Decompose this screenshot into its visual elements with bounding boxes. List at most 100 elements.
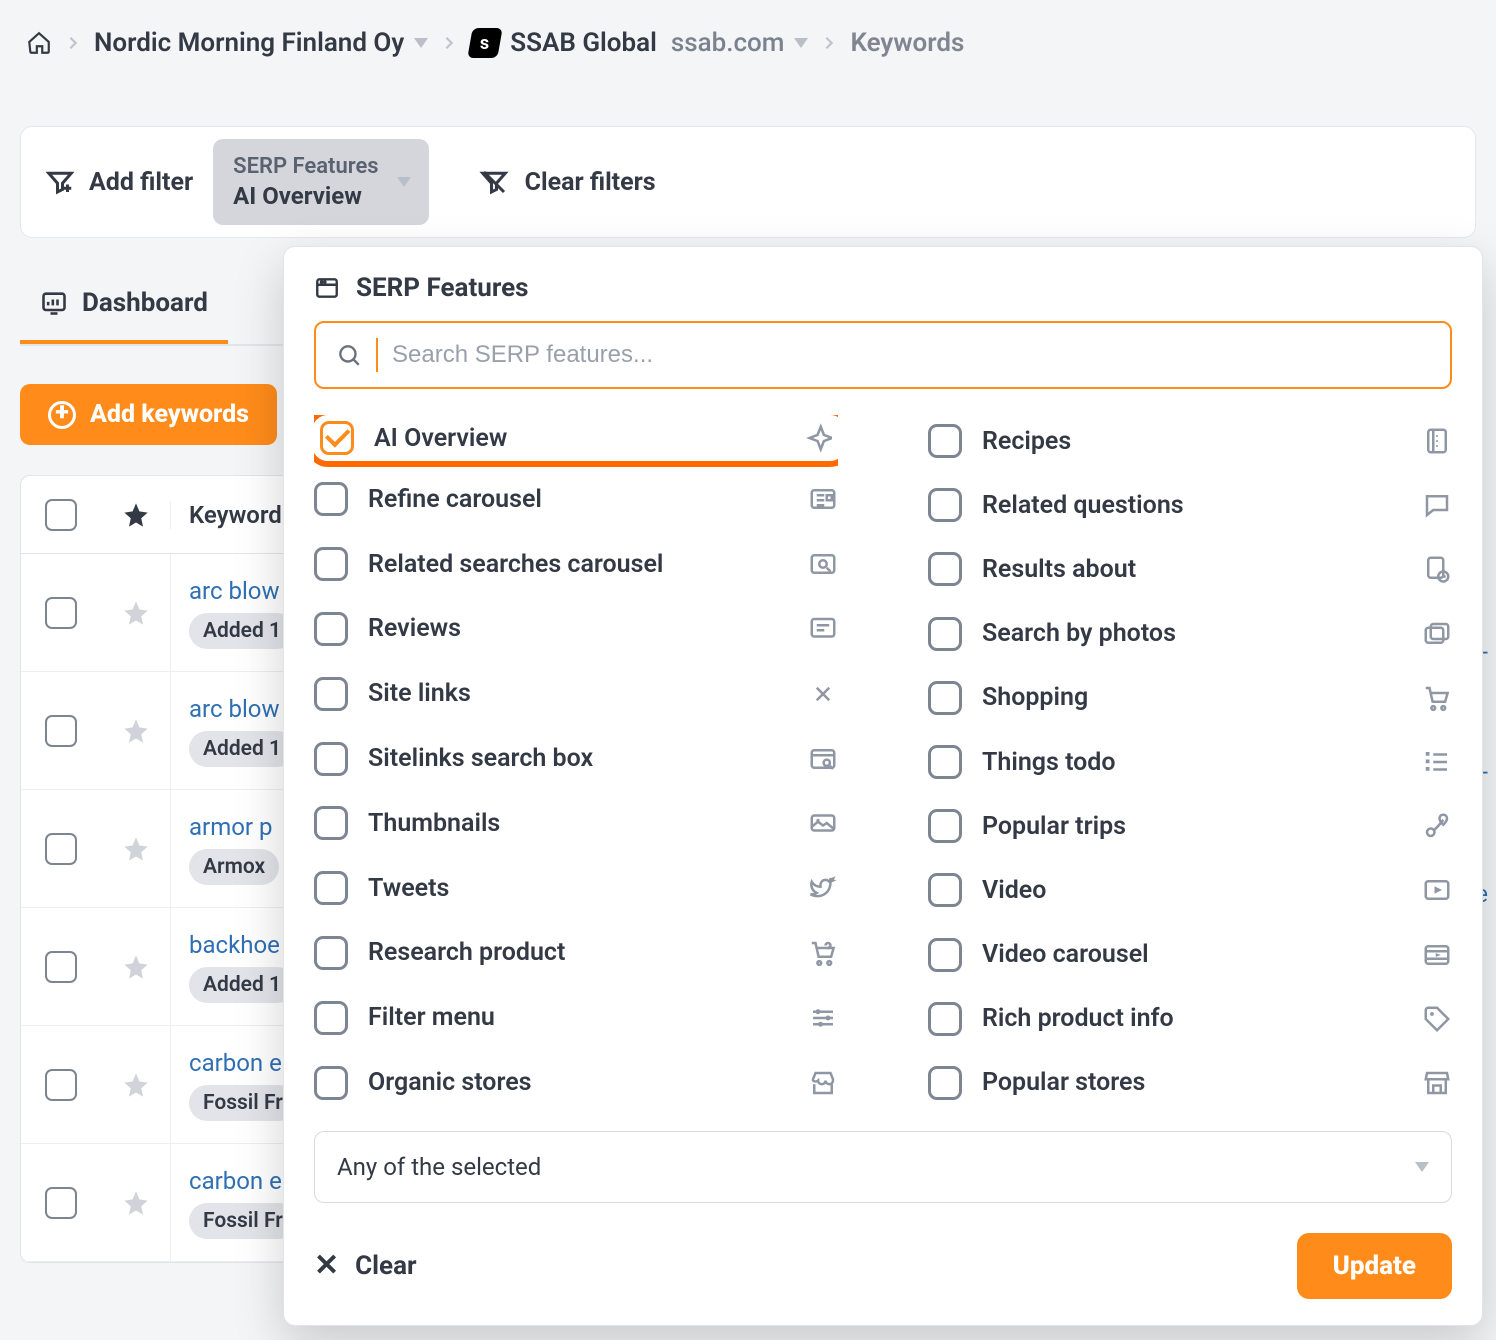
option-checkbox[interactable]: [314, 612, 348, 646]
option-checkbox[interactable]: [928, 488, 962, 522]
option-checkbox[interactable]: [314, 936, 348, 970]
option-checkbox[interactable]: [320, 421, 354, 455]
serp-search-input-wrap[interactable]: [314, 321, 1452, 389]
serp-option[interactable]: Reviews: [314, 603, 838, 656]
store-icon: [808, 1068, 838, 1098]
keyword-tag[interactable]: Added 1: [189, 613, 295, 649]
keyword-link[interactable]: arc blow: [189, 695, 280, 723]
serp-option[interactable]: Video: [928, 864, 1452, 916]
keyword-link[interactable]: arc blow: [189, 577, 280, 605]
row-checkbox[interactable]: [45, 951, 77, 983]
serp-option[interactable]: AI Overview: [314, 415, 838, 467]
clear-filters-icon: [479, 167, 509, 197]
popover-clear-button[interactable]: ✕ Clear: [314, 1251, 417, 1281]
row-star-button[interactable]: [101, 672, 171, 789]
star-icon: [122, 501, 150, 529]
star-icon: [122, 599, 150, 627]
option-checkbox[interactable]: [314, 677, 348, 711]
add-filter-label: Add filter: [89, 168, 193, 197]
option-checkbox[interactable]: [928, 617, 962, 651]
row-star-button[interactable]: [101, 1144, 171, 1261]
keyword-link[interactable]: armor p: [189, 813, 272, 841]
option-checkbox[interactable]: [314, 1001, 348, 1035]
row-checkbox[interactable]: [45, 1187, 77, 1219]
serp-option[interactable]: Recipes: [928, 415, 1452, 467]
row-star-button[interactable]: [101, 554, 171, 671]
keyword-link[interactable]: carbon e: [189, 1167, 282, 1195]
option-checkbox[interactable]: [928, 424, 962, 458]
option-checkbox[interactable]: [928, 1002, 962, 1036]
popover-update-button[interactable]: Update: [1297, 1233, 1452, 1299]
sliders-icon: [808, 1003, 838, 1033]
option-label: Related searches carousel: [368, 550, 663, 579]
match-mode-select[interactable]: Any of the selected: [314, 1131, 1452, 1203]
project-logo-icon: s: [468, 28, 503, 58]
serp-option[interactable]: Video carousel: [928, 929, 1452, 981]
serp-search-input[interactable]: [392, 341, 1430, 369]
cart-q-icon: [808, 938, 838, 968]
keyword-link[interactable]: backhoe: [189, 931, 280, 959]
serp-option[interactable]: Tweets: [314, 862, 838, 915]
serp-option[interactable]: Things todo: [928, 736, 1452, 788]
serp-option[interactable]: Popular stores: [928, 1057, 1452, 1109]
option-checkbox[interactable]: [928, 809, 962, 843]
serp-option[interactable]: Organic stores: [314, 1056, 838, 1109]
option-checkbox[interactable]: [314, 742, 348, 776]
row-star-button[interactable]: [101, 1026, 171, 1143]
serp-option[interactable]: Site links: [314, 667, 838, 720]
serp-option[interactable]: Search by photos: [928, 608, 1452, 660]
row-checkbox[interactable]: [45, 597, 77, 629]
match-mode-label: Any of the selected: [337, 1153, 541, 1181]
option-checkbox[interactable]: [314, 547, 348, 581]
option-checkbox[interactable]: [928, 745, 962, 779]
star-icon: [122, 1189, 150, 1217]
keyword-tag[interactable]: Armox: [189, 849, 279, 885]
option-checkbox[interactable]: [928, 938, 962, 972]
row-checkbox[interactable]: [45, 833, 77, 865]
keyword-tag[interactable]: Fossil Fr: [189, 1085, 297, 1121]
option-label: Things todo: [982, 748, 1116, 777]
row-checkbox[interactable]: [45, 1069, 77, 1101]
clear-filters-button[interactable]: Clear filters: [479, 167, 656, 197]
serp-option[interactable]: Related questions: [928, 479, 1452, 531]
keyword-tag[interactable]: Fossil Fr: [189, 1203, 297, 1239]
serp-option[interactable]: Shopping: [928, 672, 1452, 724]
option-checkbox[interactable]: [314, 871, 348, 905]
add-keywords-label: Add keywords: [90, 400, 249, 429]
home-link[interactable]: [26, 30, 52, 56]
option-checkbox[interactable]: [314, 1066, 348, 1100]
star-column-header[interactable]: [101, 501, 171, 529]
row-star-button[interactable]: [101, 790, 171, 907]
option-checkbox[interactable]: [314, 806, 348, 840]
breadcrumb-org[interactable]: Nordic Morning Finland Oy: [94, 28, 428, 58]
popover-title-label: SERP Features: [356, 273, 529, 303]
serp-option[interactable]: Filter menu: [314, 991, 838, 1044]
filter-chip-serp-features[interactable]: SERP Features AI Overview: [213, 139, 428, 225]
option-checkbox[interactable]: [928, 552, 962, 586]
option-checkbox[interactable]: [928, 873, 962, 907]
option-checkbox[interactable]: [928, 681, 962, 715]
tab-dashboard[interactable]: Dashboard: [20, 288, 228, 344]
select-all-checkbox[interactable]: [45, 499, 77, 531]
option-checkbox[interactable]: [314, 482, 348, 516]
serp-option[interactable]: Research product: [314, 927, 838, 980]
serp-option[interactable]: Thumbnails: [314, 797, 838, 850]
serp-option[interactable]: Related searches carousel: [314, 538, 838, 591]
row-star-button[interactable]: [101, 908, 171, 1025]
keyword-tag[interactable]: Added 1: [189, 731, 295, 767]
serp-option[interactable]: Refine carousel: [314, 473, 838, 526]
keyword-link[interactable]: carbon e: [189, 1049, 282, 1077]
serp-option[interactable]: Results about: [928, 543, 1452, 595]
breadcrumb-project[interactable]: s SSAB Global: [470, 28, 657, 58]
option-label: Rich product info: [982, 1004, 1174, 1033]
popover-title: SERP Features: [314, 273, 1452, 303]
option-checkbox[interactable]: [928, 1066, 962, 1100]
add-filter-button[interactable]: Add filter: [45, 167, 193, 197]
add-keywords-button[interactable]: Add keywords: [20, 384, 277, 445]
keyword-tag[interactable]: Added 1: [189, 967, 295, 1003]
serp-option[interactable]: Popular trips: [928, 800, 1452, 852]
breadcrumb-domain[interactable]: ssab.com: [671, 28, 809, 58]
serp-option[interactable]: Sitelinks search box: [314, 732, 838, 785]
row-checkbox[interactable]: [45, 715, 77, 747]
serp-option[interactable]: Rich product info: [928, 993, 1452, 1045]
